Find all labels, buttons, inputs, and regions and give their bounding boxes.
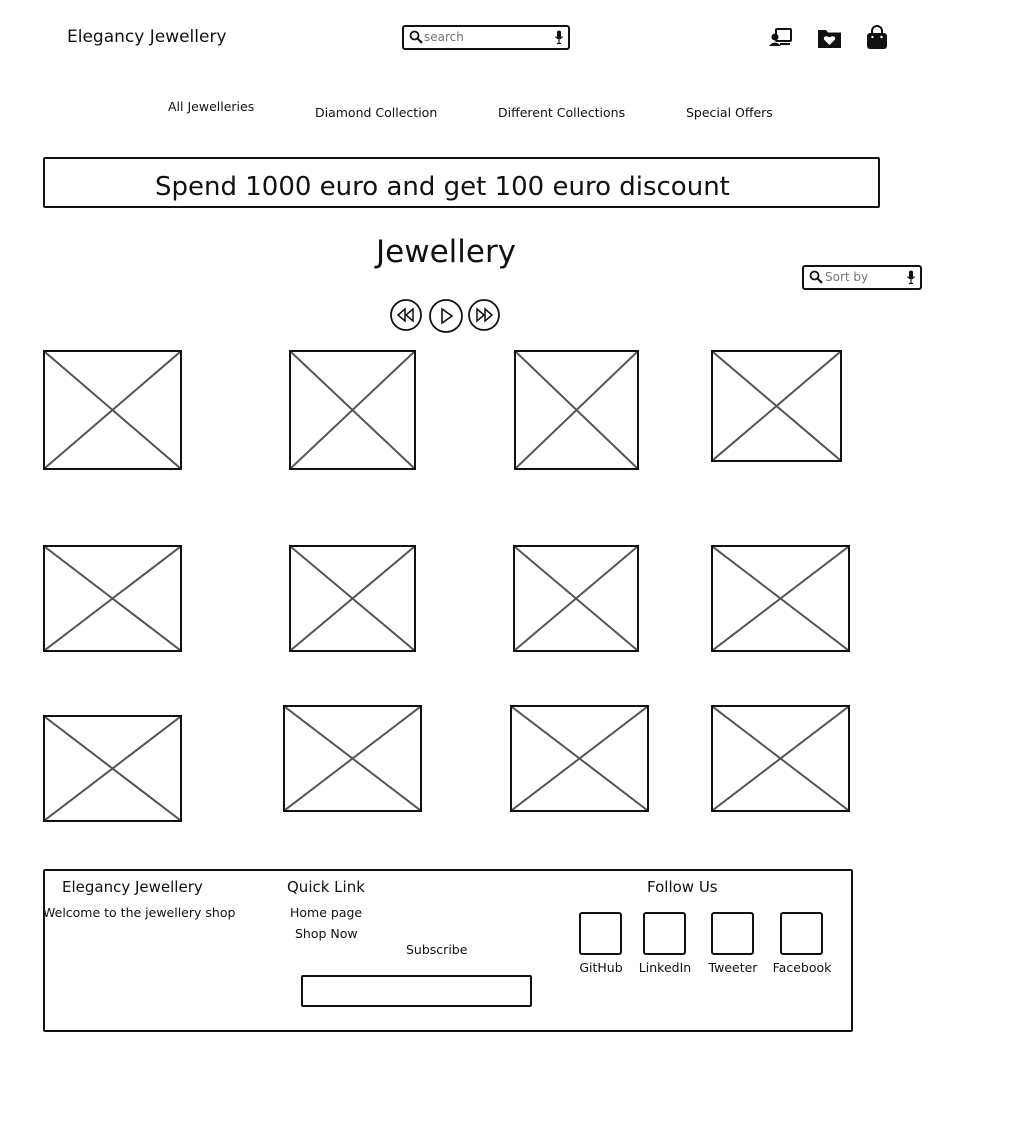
product-image-placeholder[interactable] [711,350,842,462]
search-input[interactable] [424,28,549,45]
github-icon[interactable] [579,912,622,955]
footer-link-home[interactable]: Home page [290,905,362,920]
nav-item-diamond-collection[interactable]: Diamond Collection [315,105,437,120]
facebook-label[interactable]: Facebook [767,960,837,975]
follow-us-title: Follow Us [647,878,718,896]
sort-by-field[interactable] [802,265,922,290]
search-icon [809,270,823,284]
account-icon[interactable] [767,24,795,52]
linkedin-label[interactable]: LinkedIn [630,960,700,975]
shopping-bag-icon[interactable] [863,24,891,52]
linkedin-icon[interactable] [643,912,686,955]
nav-item-different-collections[interactable]: Different Collections [498,105,625,120]
product-image-placeholder[interactable] [513,545,639,652]
nav-item-all-jewelleries[interactable]: All Jewelleries [168,99,254,114]
microphone-icon[interactable] [554,30,564,45]
wishlist-icon[interactable] [816,24,844,52]
microphone-icon[interactable] [906,270,916,285]
footer-brand: Elegancy Jewellery [62,878,203,896]
product-image-placeholder[interactable] [711,545,850,652]
search-bar[interactable] [402,25,570,50]
sort-by-input[interactable] [825,268,903,285]
rewind-icon[interactable] [389,298,423,332]
quick-link-title: Quick Link [287,878,365,896]
subscribe-input[interactable] [301,975,532,1007]
footer-link-shop-now[interactable]: Shop Now [295,926,358,941]
twitter-icon[interactable] [711,912,754,955]
subscribe-label: Subscribe [406,942,468,957]
facebook-icon[interactable] [780,912,823,955]
product-image-placeholder[interactable] [43,350,182,470]
fast-forward-icon[interactable] [467,298,501,332]
github-label[interactable]: GitHub [566,960,636,975]
product-image-placeholder[interactable] [43,715,182,822]
product-image-placeholder[interactable] [43,545,182,652]
play-icon[interactable] [428,298,464,334]
product-image-placeholder[interactable] [510,705,649,812]
product-image-placeholder[interactable] [283,705,422,812]
twitter-label[interactable]: Tweeter [698,960,768,975]
page-title: Jewellery [376,234,517,270]
footer-tagline: Welcome to the jewellery shop [43,905,236,920]
product-image-placeholder[interactable] [514,350,639,470]
product-image-placeholder[interactable] [711,705,850,812]
product-image-placeholder[interactable] [289,545,416,652]
search-icon [409,30,423,44]
product-image-placeholder[interactable] [289,350,416,470]
promo-banner-text: Spend 1000 euro and get 100 euro discoun… [155,172,730,202]
brand-logo[interactable]: Elegancy Jewellery [67,27,227,47]
nav-item-special-offers[interactable]: Special Offers [686,105,773,120]
